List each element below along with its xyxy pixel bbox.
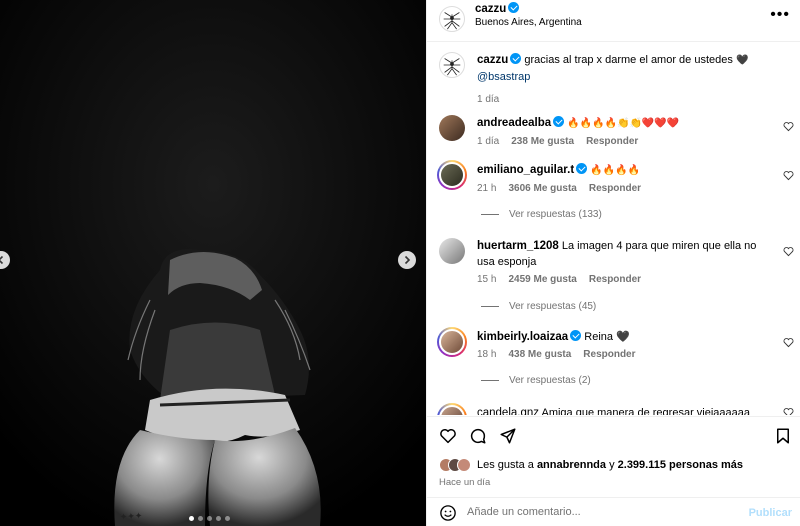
comment-likes[interactable]: 438 Me gusta [508,349,571,360]
replies-line [481,306,499,307]
caption-time[interactable]: 1 día [477,94,499,105]
post-header: cazzu Buenos Aires, Argentina ••• [427,0,800,42]
verified-badge-icon [570,330,582,341]
verified-badge-icon [576,163,588,174]
comment-icon[interactable] [469,427,487,445]
caption-body: gracias al trap x darme el amor de usted… [524,54,733,66]
comment-username[interactable]: kimbeirly.loaizaa [477,331,568,343]
comment-input[interactable] [467,506,717,518]
comment-likes[interactable]: 238 Me gusta [511,136,574,147]
carousel-dot [225,516,230,521]
heart-icon[interactable] [783,407,794,415]
heart-icon[interactable] [783,337,794,348]
verified-badge-icon [553,116,565,127]
reply-button[interactable]: Responder [583,349,635,360]
carousel-indicator [189,516,230,521]
caption-avatar[interactable] [439,52,465,78]
comment-username[interactable]: emiliano_aguilar.t [477,164,574,176]
commenter-avatar[interactable] [437,403,467,415]
comment-meta: 1 día 238 Me gusta Responder [477,136,638,147]
comment-meta: 21 h 3606 Me gusta Responder [477,183,641,194]
view-replies-label: Ver respuestas (133) [509,209,602,220]
comment-username[interactable]: andreadealba [477,117,551,129]
post-location[interactable]: Buenos Aires, Argentina [475,17,582,28]
caption-emoji: 🖤 [735,55,749,66]
liker-avatar [457,458,471,472]
reply-button[interactable]: Responder [589,183,641,194]
post-date[interactable]: Hace un día [439,477,490,488]
publish-button[interactable]: Publicar [749,507,792,519]
comment-likes[interactable]: 2459 Me gusta [508,274,576,285]
reply-button[interactable]: Responder [586,136,638,147]
spider-logo-icon [443,58,461,76]
heart-icon[interactable] [783,170,794,181]
view-replies-label: Ver respuestas (2) [509,375,591,386]
commenter-avatar[interactable] [439,238,465,264]
caption-text: cazzu gracias al trap x darme el amor de… [477,52,767,85]
view-replies-button[interactable]: Ver respuestas (2) [481,375,591,386]
comment-body: Reina 🖤 [584,331,630,343]
view-replies-button[interactable]: Ver respuestas (45) [481,301,596,312]
author-avatar[interactable] [439,6,465,32]
commenter-avatar[interactable] [439,115,465,141]
verified-badge-icon [510,53,522,64]
view-replies-label: Ver respuestas (45) [509,301,597,312]
comment-body: Amiga que manera de regresar viejaaaaaa [541,407,751,415]
comment-time[interactable]: 21 h [477,183,496,194]
bookmark-icon[interactable] [774,427,792,445]
post-actions: Les gusta a annabrennda y 2.399.115 pers… [427,416,800,526]
reply-button[interactable]: Responder [589,274,641,285]
chevron-right-icon [404,255,411,265]
chevron-left-icon [0,255,4,265]
comment-text: huertarm_1208 La imagen 4 para que miren… [477,238,767,270]
likes-prefix: Les gusta a [477,459,534,471]
comments-list[interactable]: cazzu gracias al trap x darme el amor de… [427,43,800,415]
comment-username[interactable]: candela.gnz [477,407,539,415]
next-image-button[interactable] [398,251,416,269]
comment-time[interactable]: 1 día [477,136,499,147]
likes-user[interactable]: annabrennda [537,459,606,471]
replies-line [481,380,499,381]
comment-meta: 15 h 2459 Me gusta Responder [477,274,641,285]
comment-likes[interactable]: 3606 Me gusta [508,183,576,194]
caption-meta: 1 día [477,94,499,105]
carousel-dot [216,516,221,521]
add-comment-bar: Publicar [427,497,800,526]
like-heart-icon[interactable] [439,427,457,445]
likes-summary[interactable]: Les gusta a annabrennda y 2.399.115 pers… [439,458,743,472]
verified-badge-icon [508,2,520,13]
post-media[interactable]: ✦✦✦ [0,0,426,526]
share-icon[interactable] [499,427,517,445]
commenter-avatar[interactable] [437,160,467,190]
carousel-dot [189,516,194,521]
carousel-dot [198,516,203,521]
comment-meta: 18 h 438 Me gusta Responder [477,349,636,360]
comment-text: andreadealba 🔥🔥🔥🔥👏👏❤️❤️❤️ [477,115,767,132]
likes-count[interactable]: 2.399.115 personas más [618,459,743,471]
author-username[interactable]: cazzu [475,3,506,15]
svg-text:✦✦✦: ✦✦✦ [119,510,143,522]
likes-connector: y [609,459,615,471]
concert-photo: ✦✦✦ [0,0,426,526]
comment-body: 🔥🔥🔥🔥 [590,165,641,176]
comment-text: candela.gnz Amiga que manera de regresar… [477,405,767,415]
heart-icon[interactable] [783,246,794,257]
carousel-dot [207,516,212,521]
caption-mention[interactable]: @bsastrap [477,71,530,83]
caption-username[interactable]: cazzu [477,54,508,66]
post-details-panel: cazzu Buenos Aires, Argentina ••• cazzu … [426,0,800,526]
more-options-icon[interactable]: ••• [770,6,790,24]
comment-time[interactable]: 15 h [477,274,496,285]
spider-logo-icon [443,12,461,30]
replies-line [481,214,499,215]
comment-text: kimbeirly.loaizaa Reina 🖤 [477,329,767,345]
commenter-avatar[interactable] [437,327,467,357]
comment-text: emiliano_aguilar.t 🔥🔥🔥🔥 [477,162,767,179]
heart-icon[interactable] [783,121,794,132]
comment-time[interactable]: 18 h [477,349,496,360]
emoji-icon[interactable] [439,504,457,522]
comment-body: 🔥🔥🔥🔥👏👏❤️❤️❤️ [567,118,680,129]
view-replies-button[interactable]: Ver respuestas (133) [481,209,602,220]
comment-username[interactable]: huertarm_1208 [477,240,559,252]
